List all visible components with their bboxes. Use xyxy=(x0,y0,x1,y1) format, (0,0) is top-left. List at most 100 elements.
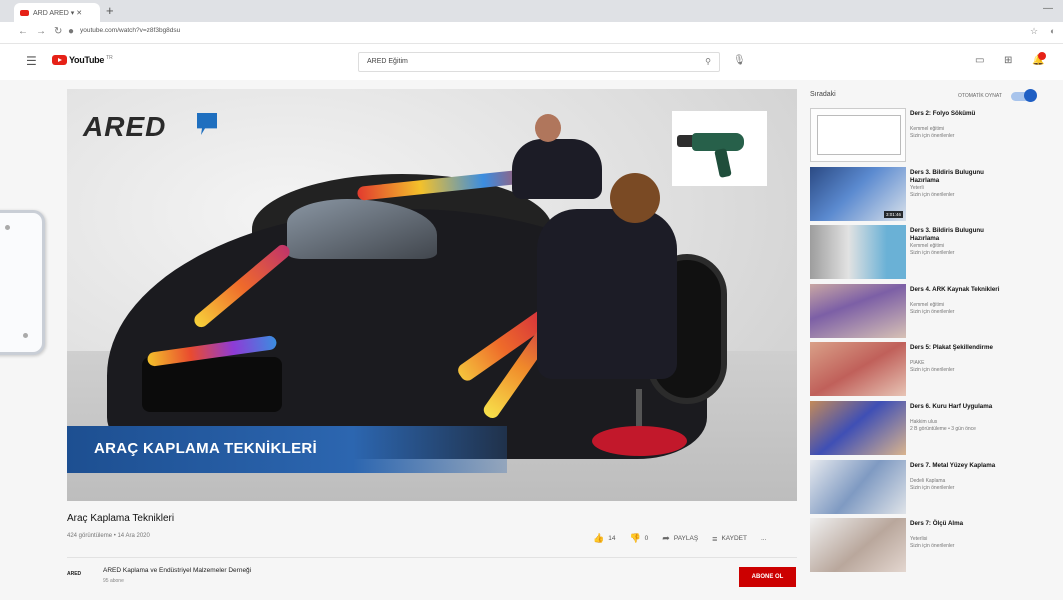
video-channel: Dedeli Kaplama xyxy=(910,477,946,484)
video-channel: PlAKE xyxy=(910,360,925,367)
profile-icon[interactable]: ◐ xyxy=(1050,26,1055,36)
screw-icon xyxy=(23,333,28,338)
list-item[interactable]: Ders 7: Ölçü Alma Yeterlisi Sizin için ö… xyxy=(810,518,1063,577)
create-video-icon[interactable]: ▭ xyxy=(975,55,984,66)
url-field[interactable]: youtube.com/watch?v=z8f3bg8dsu xyxy=(80,27,180,34)
list-item[interactable]: 3:01:46 Ders 3. Bildiris Bulugunu Hazırl… xyxy=(810,166,1063,226)
video-duration: 3:01:46 xyxy=(883,210,903,218)
video-thumbnail[interactable]: 3:01:46 xyxy=(810,166,906,221)
search-icon[interactable]: ⚲ xyxy=(705,57,711,66)
video-meta: 2 B görüntüleme • 3 gün önce xyxy=(910,425,976,432)
notification-badge xyxy=(1038,52,1046,60)
video-thumbnail[interactable] xyxy=(810,283,906,338)
new-tab-button[interactable]: + xyxy=(106,3,114,18)
video-thumbnail[interactable] xyxy=(810,342,906,397)
heat-gun-inset xyxy=(672,111,767,186)
video-title[interactable]: Ders 4. ARK Kaynak Teknikleri xyxy=(910,286,1000,294)
video-meta: Sizin için önerilenler xyxy=(910,543,955,550)
list-item[interactable]: Ders 2: Folyo Sökümü Kemmel eğitimi Sizi… xyxy=(810,108,1063,167)
video-title[interactable]: Ders 6. Kuru Harf Uygulama xyxy=(910,403,1000,411)
youtube-play-icon xyxy=(52,55,67,65)
apps-grid-icon[interactable]: ⊞ xyxy=(1004,55,1012,66)
video-meta: Sizin için önerilenler xyxy=(910,133,955,139)
technician-seated xyxy=(537,209,677,379)
video-title[interactable]: Ders 7: Ölçü Alma xyxy=(910,520,1000,528)
video-thumbnail[interactable] xyxy=(810,225,906,280)
microphone-icon[interactable]: 🎙 xyxy=(733,55,746,66)
video-thumbnail[interactable] xyxy=(810,518,906,573)
up-next-list: Ders 2: Folyo Sökümü Kemmel eğitimi Sizi… xyxy=(810,108,1063,577)
more-actions-button[interactable]: ... xyxy=(761,535,766,542)
video-title[interactable]: Ders 7. Metal Yüzey Kaplama xyxy=(910,462,1000,470)
minimize-window-button[interactable]: — xyxy=(1043,3,1053,14)
dislike-button[interactable]: 👎 0 xyxy=(629,533,648,544)
channel-subscriber-count: 95 abone xyxy=(103,578,124,584)
hamburger-menu-icon[interactable]: ☰ xyxy=(26,54,37,68)
lower-third-banner: ARAÇ KAPLAMA TEKNİKLERİ xyxy=(67,426,507,473)
country-code: TR xyxy=(106,54,113,61)
list-item[interactable]: Ders 3. Bildiris Bulugunu Hazırlama Kemm… xyxy=(810,225,1063,284)
youtube-favicon-icon xyxy=(20,9,29,16)
video-actions: 👍 14 👎 0 ➦ PAYLAŞ ≡ KAYDET ... xyxy=(593,533,766,544)
like-count: 14 xyxy=(608,535,616,542)
video-meta: Sizin için önerilenler xyxy=(910,191,955,198)
video-meta: Sizin için önerilenler xyxy=(910,250,955,257)
star-icon[interactable]: ☆ xyxy=(1030,26,1038,37)
channel-name[interactable]: ARED Kaplama ve Endüstriyel Malzemeler D… xyxy=(103,567,251,574)
browser-tab-title: ARD ARED ▾ ✕ xyxy=(33,9,83,17)
video-meta: Sizin için önerilenler xyxy=(910,308,955,315)
video-meta: 424 görüntüleme • 14 Ara 2020 xyxy=(67,533,150,539)
share-arrow-icon: ➦ xyxy=(662,533,670,543)
playlist-add-icon: ≡ xyxy=(712,533,718,544)
video-channel: Yeterli xyxy=(910,184,924,191)
list-item[interactable]: Ders 7. Metal Yüzey Kaplama Dedeli Kapla… xyxy=(810,459,1063,519)
save-label: KAYDET xyxy=(721,535,747,542)
screw-icon xyxy=(5,225,10,230)
video-meta: Sizin için önerilenler xyxy=(910,367,955,374)
list-item[interactable]: Ders 6. Kuru Harf Uygulama Hakkim ulus 2… xyxy=(810,400,1063,460)
up-next-heading: Sıradaki xyxy=(810,91,836,98)
page-frame-decoration xyxy=(0,210,45,355)
reload-icon[interactable]: ↻ xyxy=(54,26,62,37)
youtube-header: ☰ YouTube TR ARED Eğitim ⚲ 🎙 ▭ ⊞ 🔔 xyxy=(0,44,1063,80)
video-channel: Kemmel eğitimi xyxy=(910,301,945,308)
video-thumbnail[interactable] xyxy=(810,108,906,162)
video-player[interactable]: ARED ARAÇ KAPLAMA TEKNİKLERİ xyxy=(67,89,797,501)
search-input[interactable]: ARED Eğitim ⚲ xyxy=(358,52,720,72)
subscribe-button[interactable]: ABONE OL xyxy=(739,567,796,587)
video-title[interactable]: Ders 3. Bildiris Bulugunu Hazırlama xyxy=(910,227,1000,243)
share-button[interactable]: ➦ PAYLAŞ xyxy=(662,533,698,544)
video-channel: Kemmel eğitimi xyxy=(910,126,945,132)
technician-head xyxy=(535,114,561,142)
video-channel: Yeterlisi xyxy=(910,536,928,543)
list-item[interactable]: Ders 5: Plakat Şekillendirme PlAKE Sizin… xyxy=(810,342,1063,401)
ared-flag-icon xyxy=(197,113,217,135)
like-button[interactable]: 👍 14 xyxy=(593,533,615,544)
autoplay-toggle-knob[interactable] xyxy=(1024,89,1037,102)
video-channel: Kemmel eğitimi xyxy=(910,243,945,250)
video-meta: Sizin için önerilenler xyxy=(910,484,955,491)
video-channel: Hakkim ulus xyxy=(910,418,938,425)
forward-arrow-icon[interactable]: → xyxy=(36,26,46,37)
video-thumbnail[interactable] xyxy=(810,400,906,455)
video-title[interactable]: Ders 3. Bildiris Bulugunu Hazırlama xyxy=(910,169,1000,185)
list-item[interactable]: Ders 4. ARK Kaynak Teknikleri Kemmel eği… xyxy=(810,283,1063,343)
browser-tab-bar: ARD ARED ▾ ✕ + — xyxy=(0,0,1063,22)
banner-title: ARAÇ KAPLAMA TEKNİKLERİ xyxy=(94,440,318,457)
share-label: PAYLAŞ xyxy=(673,535,699,542)
channel-avatar[interactable]: ARED xyxy=(67,567,97,581)
search-query: ARED Eğitim xyxy=(367,58,408,65)
video-title[interactable]: Ders 2: Folyo Sökümü xyxy=(910,110,1000,118)
video-thumbnail[interactable] xyxy=(810,459,906,514)
browser-tab[interactable]: ARD ARED ▾ ✕ xyxy=(14,3,100,22)
video-title: Araç Kaplama Teknikleri xyxy=(67,513,175,524)
save-button[interactable]: ≡ KAYDET xyxy=(712,534,747,544)
ared-brand-logo: ARED xyxy=(83,111,167,142)
youtube-logo[interactable]: YouTube TR xyxy=(52,55,113,65)
video-title[interactable]: Ders 5: Plakat Şekillendirme xyxy=(910,344,1000,352)
car-grille xyxy=(142,357,282,412)
dislike-count: 0 xyxy=(644,535,649,542)
red-stool xyxy=(592,426,687,456)
stool-leg xyxy=(636,389,642,429)
back-arrow-icon[interactable]: ← xyxy=(18,26,28,37)
